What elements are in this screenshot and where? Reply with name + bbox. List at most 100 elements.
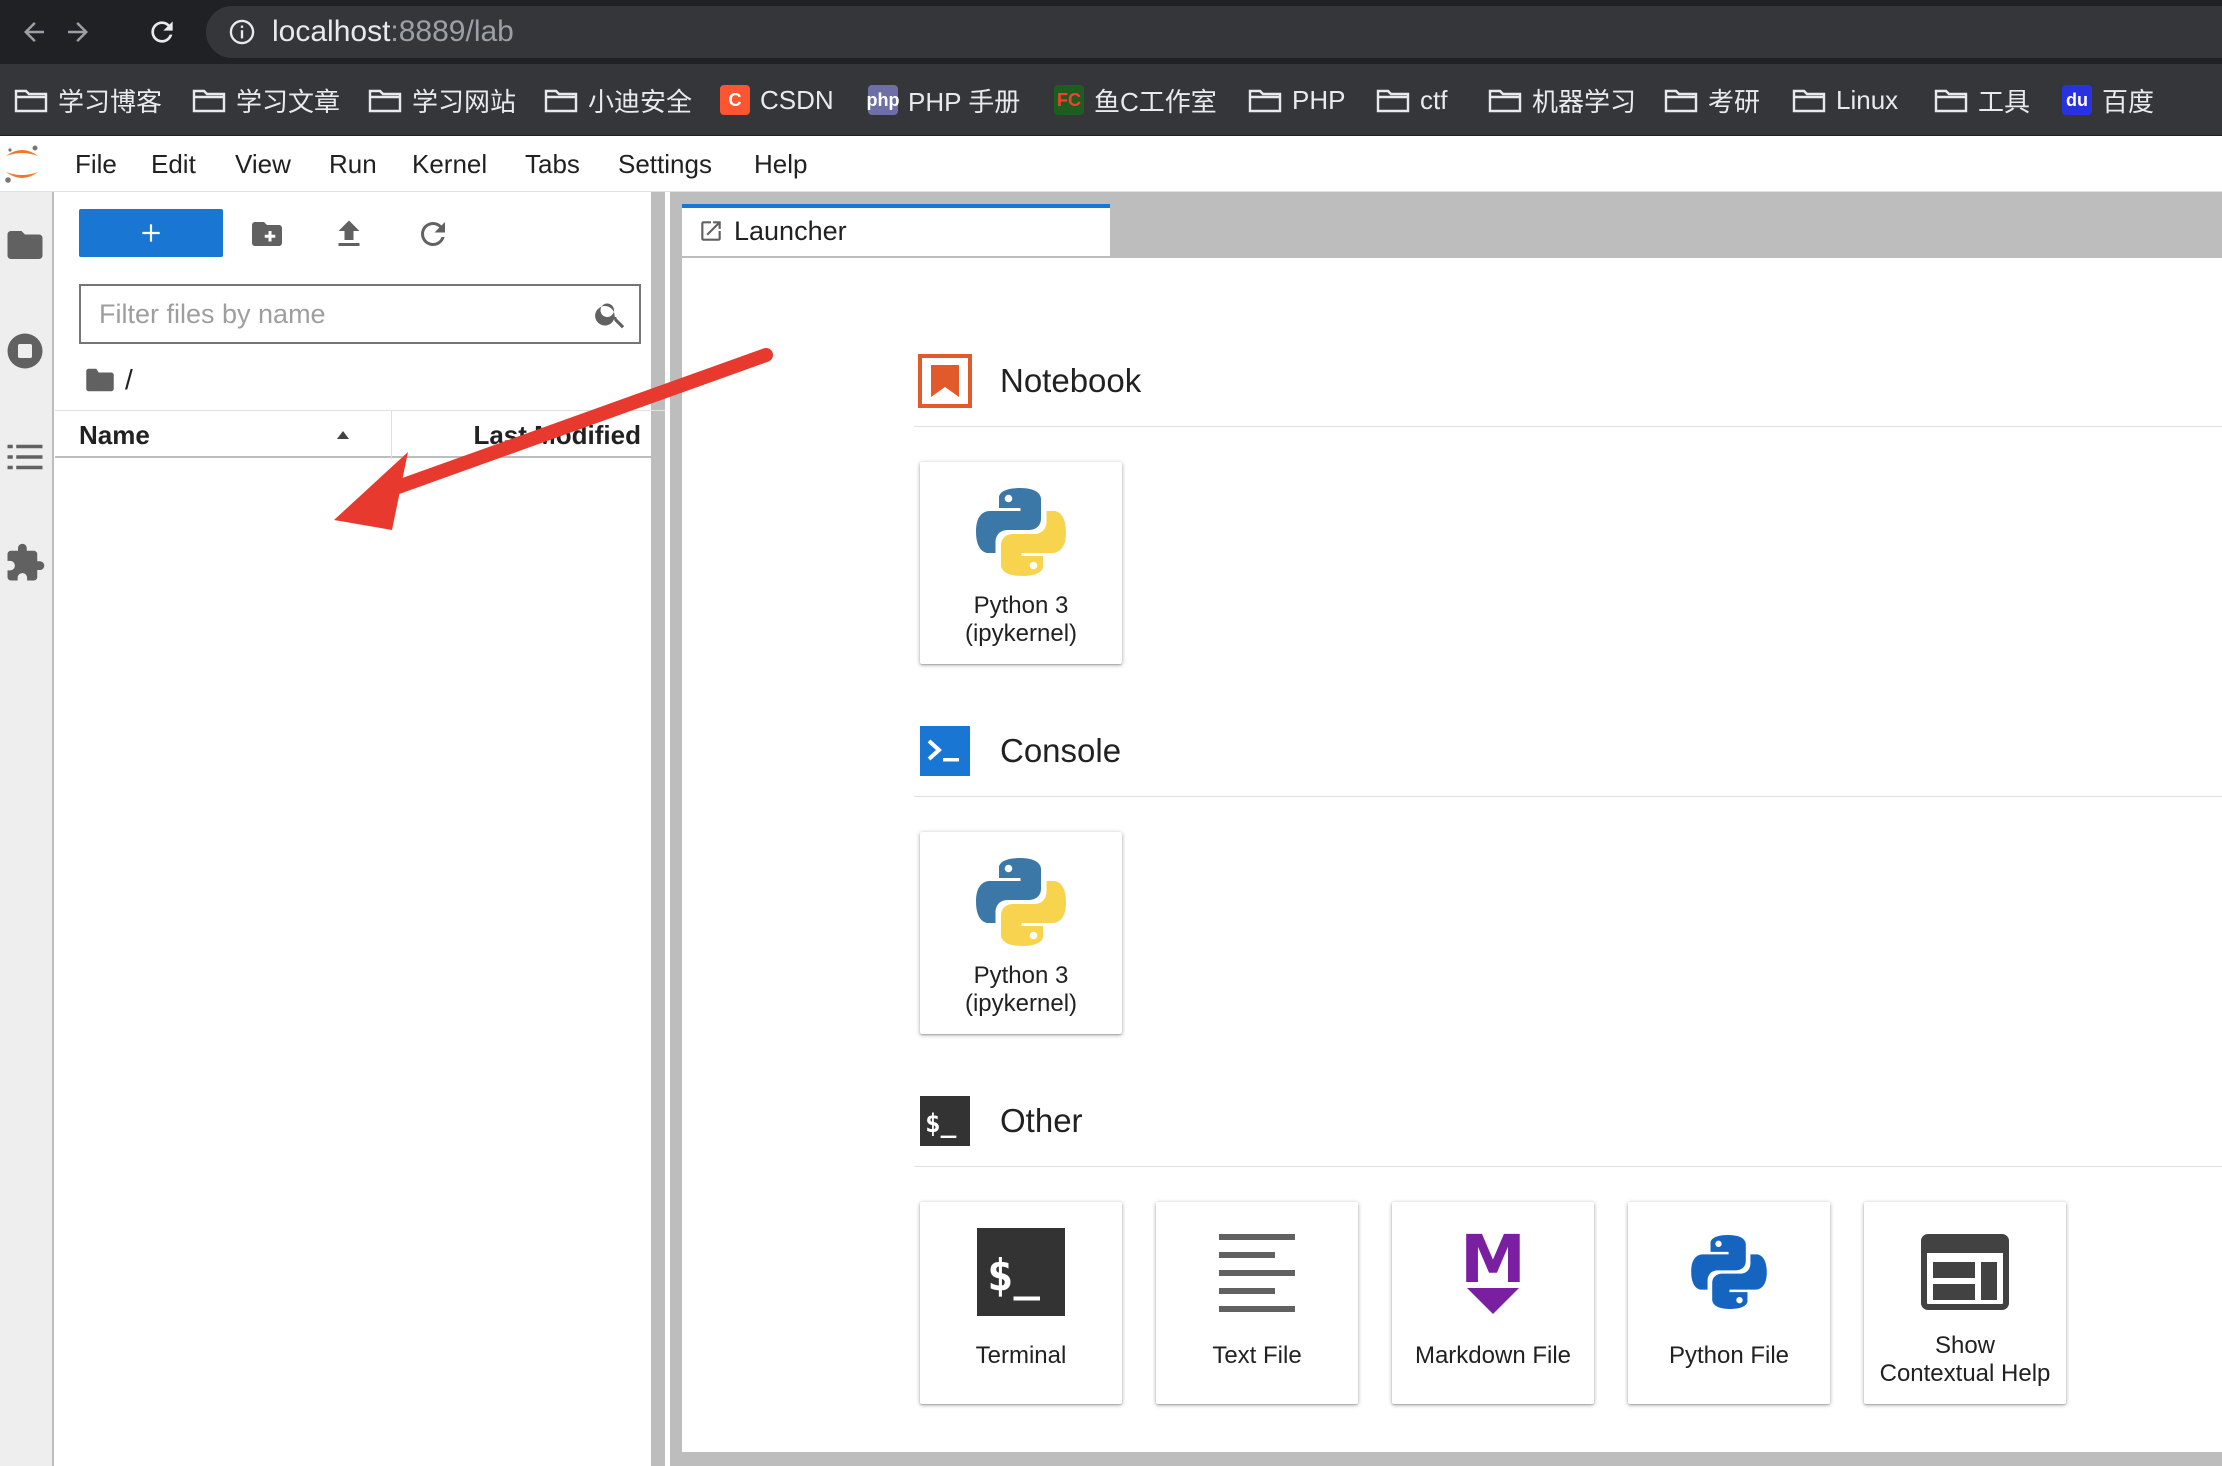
- notebook-section-title: Notebook: [1000, 362, 1142, 399]
- bookmark-label: 学习博客: [58, 86, 163, 117]
- sort-ascending-icon[interactable]: [335, 429, 351, 441]
- menu-help[interactable]: Help: [754, 136, 807, 192]
- url-text: localhost:8889/lab: [272, 15, 514, 48]
- folder-icon: [14, 89, 48, 113]
- bookmark-label: 考研: [1708, 86, 1761, 117]
- bookmark-label: ctf: [1420, 84, 1448, 115]
- folder-icon: [1376, 89, 1410, 113]
- name-column-header[interactable]: Name: [79, 411, 150, 459]
- bookmark-item[interactable]: ctf: [1376, 64, 1447, 136]
- bookmark-label: 工具: [1978, 86, 2031, 117]
- left-activity-bar: [0, 192, 54, 1466]
- folder-icon: [1934, 89, 1968, 113]
- bookmark-item[interactable]: 小迪安全: [544, 64, 692, 136]
- menu-edit[interactable]: Edit: [151, 136, 196, 192]
- folder-icon: [1792, 89, 1826, 113]
- filter-files-field[interactable]: [79, 284, 641, 344]
- folder-icon: [544, 89, 578, 113]
- bookmark-item[interactable]: 学习博客: [14, 64, 162, 136]
- svg-text:$_: $_: [987, 1250, 1040, 1301]
- bookmark-item[interactable]: 学习网站: [368, 64, 516, 136]
- bookmark-item[interactable]: C CSDN: [720, 64, 834, 136]
- arrow-right-icon: [68, 22, 88, 42]
- contextual-help-icon: [1921, 1234, 2009, 1310]
- new-launcher-button[interactable]: [79, 209, 223, 257]
- folder-icon: [192, 89, 226, 113]
- bookmark-item[interactable]: 机器学习: [1488, 64, 1636, 136]
- launcher-card-text-file[interactable]: Text File: [1156, 1202, 1358, 1404]
- menu-view[interactable]: View: [235, 136, 291, 192]
- last-modified-column-header[interactable]: Last Modified: [473, 411, 641, 459]
- folder-icon[interactable]: [4, 224, 46, 266]
- bookmark-label: PHP: [1292, 84, 1346, 115]
- csdn-icon: C: [720, 85, 750, 115]
- bookmark-item[interactable]: PHP: [1248, 64, 1345, 136]
- card-label: Python 3 (ipykernel): [964, 962, 1078, 1017]
- breadcrumb: /: [85, 360, 133, 400]
- reload-button[interactable]: [140, 10, 184, 54]
- bookmark-item[interactable]: du 百度: [2062, 64, 2154, 136]
- svg-text:$_: $_: [925, 1109, 957, 1139]
- other-section-title: Other: [1000, 1102, 1083, 1139]
- tab-label: Launcher: [734, 216, 847, 246]
- new-folder-icon[interactable]: [249, 216, 285, 252]
- reload-icon: [151, 21, 173, 43]
- launcher-card-markdown-file[interactable]: M Markdown File: [1392, 1202, 1594, 1404]
- menu-settings[interactable]: Settings: [618, 136, 712, 192]
- file-browser-panel: / Name Last Modified: [55, 192, 665, 1466]
- forward-button[interactable]: [56, 10, 100, 54]
- bookmark-label: Linux: [1836, 84, 1899, 115]
- card-label: Python File: [1668, 1342, 1790, 1369]
- section-divider: [914, 796, 2222, 797]
- menu-kernel[interactable]: Kernel: [412, 136, 487, 192]
- breadcrumb-path[interactable]: /: [125, 364, 133, 396]
- search-icon: [595, 303, 625, 329]
- php-icon: php: [867, 85, 900, 115]
- launcher-card-notebook-python3[interactable]: Python 3 (ipykernel): [920, 462, 1122, 664]
- menu-file[interactable]: File: [75, 136, 117, 192]
- bookmark-label: 学习网站: [412, 86, 517, 117]
- jupyter-logo-icon[interactable]: [2, 142, 42, 186]
- launcher-card-console-python3[interactable]: Python 3 (ipykernel): [920, 832, 1122, 1034]
- launcher-card-python-file[interactable]: Python File: [1628, 1202, 1830, 1404]
- folder-icon: [1664, 89, 1698, 113]
- bookmark-label: 机器学习: [1532, 86, 1637, 117]
- main-tab-bar: Launcher: [670, 192, 2222, 256]
- bookmark-label: PHP 手册: [908, 86, 1021, 117]
- menubar: File Edit View Run Kernel Tabs Settings …: [0, 136, 2222, 192]
- bookmark-item[interactable]: 学习文章: [192, 64, 340, 136]
- bookmark-item[interactable]: php PHP 手册: [867, 64, 1021, 136]
- home-folder-icon[interactable]: [85, 367, 115, 393]
- terminal-icon: $_: [977, 1228, 1065, 1316]
- terminal-section-icon: $_: [920, 1096, 970, 1146]
- site-info-icon[interactable]: [228, 18, 256, 46]
- bookmark-label: 鱼C工作室: [1094, 86, 1217, 117]
- upload-icon[interactable]: [331, 216, 367, 252]
- bookmark-item[interactable]: 考研: [1664, 64, 1760, 136]
- table-of-contents-icon[interactable]: [4, 436, 46, 478]
- extension-manager-icon[interactable]: [4, 542, 46, 584]
- bookmark-item[interactable]: FC 鱼C工作室: [1054, 64, 1217, 136]
- other-section-header: $_ Other: [918, 1094, 1083, 1148]
- card-label: Show Contextual Help: [1879, 1332, 2051, 1387]
- tab-launcher[interactable]: Launcher: [682, 204, 1110, 256]
- svg-text:M: M: [1460, 1222, 1526, 1298]
- console-section-header: Console: [918, 724, 1121, 778]
- filter-files-input[interactable]: [81, 286, 581, 342]
- python-file-icon: [1691, 1235, 1767, 1309]
- column-divider[interactable]: [391, 411, 392, 459]
- bookmark-item[interactable]: 工具: [1934, 64, 2030, 136]
- bookmark-item[interactable]: Linux: [1792, 64, 1898, 136]
- menu-tabs[interactable]: Tabs: [525, 136, 580, 192]
- text-file-icon: [1219, 1234, 1295, 1312]
- arrow-left-icon: [24, 22, 44, 42]
- refresh-icon[interactable]: [415, 216, 451, 252]
- back-button[interactable]: [12, 10, 56, 54]
- console-section-title: Console: [1000, 732, 1122, 769]
- launcher-card-contextual-help[interactable]: Show Contextual Help: [1864, 1202, 2066, 1404]
- file-list-header: Name Last Modified: [55, 410, 665, 459]
- running-sessions-icon[interactable]: [4, 330, 46, 372]
- url-bar[interactable]: localhost:8889/lab: [206, 6, 2222, 58]
- launcher-card-terminal[interactable]: $_ Terminal: [920, 1202, 1122, 1404]
- menu-run[interactable]: Run: [329, 136, 377, 192]
